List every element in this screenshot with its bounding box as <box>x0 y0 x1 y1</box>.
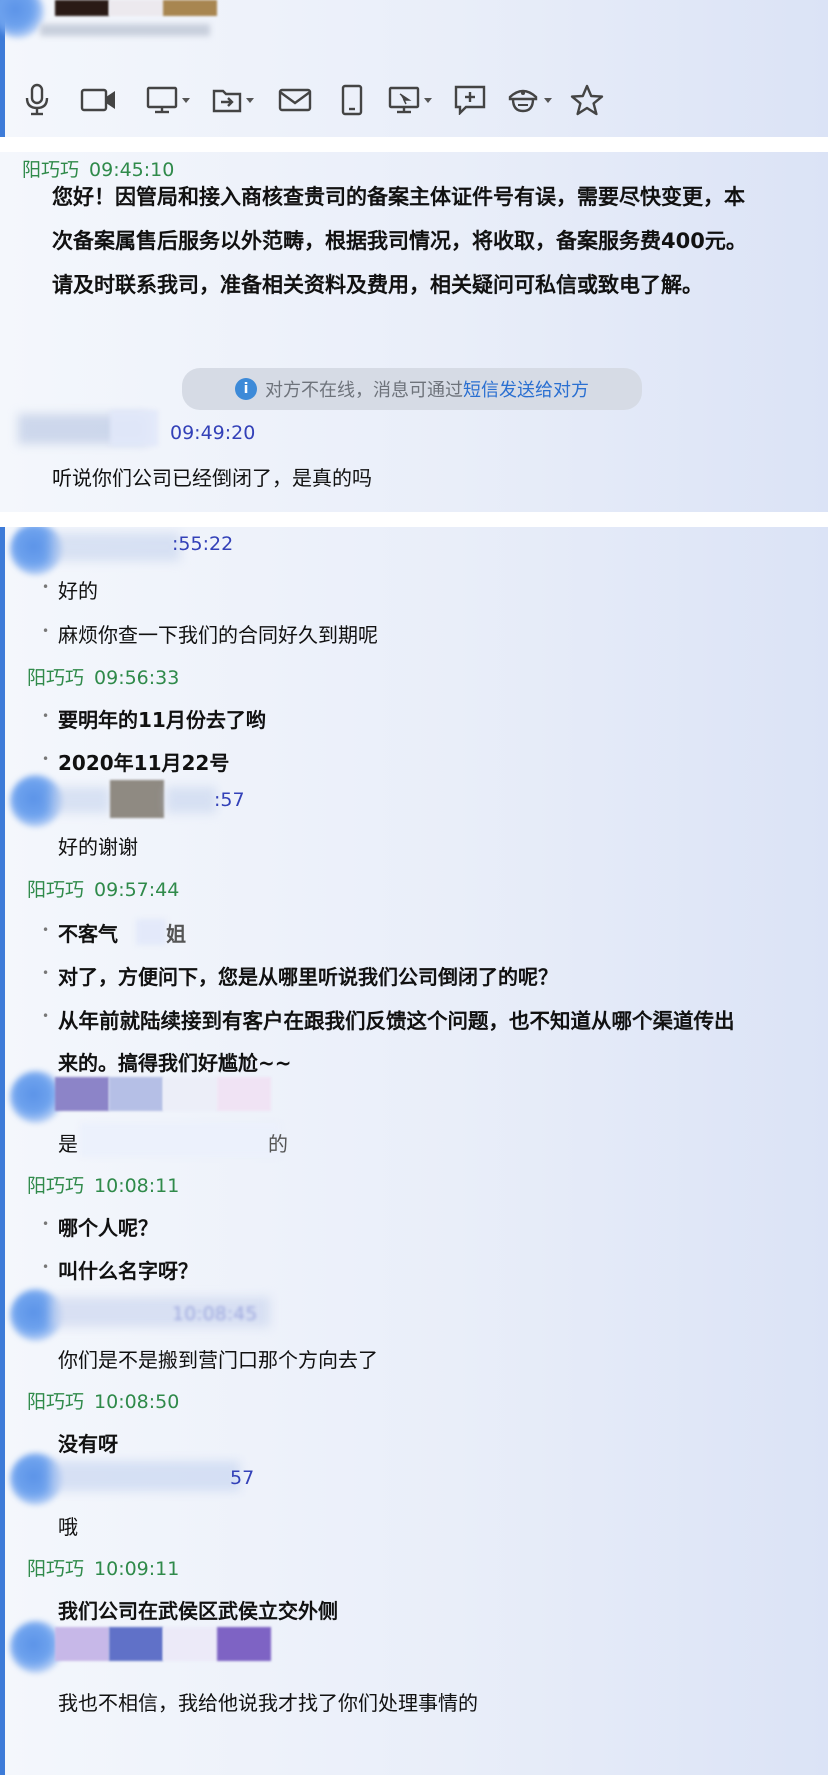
bullet: • <box>42 1009 50 1023</box>
message-time: 10:08:11 <box>94 1175 180 1197</box>
message-text: 我们公司在武侯区武侯立交外侧 <box>58 1599 338 1623</box>
message-text: 哪个人呢？ <box>58 1216 158 1240</box>
message-text: 没有呀 <box>58 1432 118 1456</box>
redacted-block <box>136 919 166 945</box>
message-time: 10:08:45 <box>172 1303 258 1325</box>
redacted-block <box>217 1077 271 1111</box>
redacted-block <box>163 1077 217 1111</box>
chevron-down-icon[interactable] <box>182 97 190 103</box>
sender-name: 阳巧巧 <box>27 1391 85 1413</box>
message-time: 09:57:44 <box>94 879 180 901</box>
message-time: 57 <box>230 1467 255 1489</box>
bullet: • <box>42 966 50 980</box>
chat-panel-3: :55:22 • 好的 • 麻烦你查一下我们的合同好久到期呢 阳巧巧 09:56:… <box>0 527 828 1775</box>
redacted-block <box>163 1627 217 1661</box>
app-icon[interactable] <box>506 74 552 126</box>
sender-name: 阳巧巧 <box>27 1175 85 1197</box>
redacted-name <box>40 24 210 36</box>
redacted-block <box>109 1077 163 1111</box>
bullet: • <box>42 923 50 937</box>
message-text: 好的谢谢 <box>58 835 138 859</box>
sender-name: 阳巧巧 <box>27 1558 85 1580</box>
message-text: 好的 <box>58 579 98 603</box>
message-text: 是 <box>58 1132 78 1156</box>
message-time: :57 <box>214 789 245 811</box>
video-camera-icon[interactable] <box>80 74 118 126</box>
bullet: • <box>42 580 50 594</box>
message-text: 麻烦你查一下我们的合同好久到期呢 <box>58 623 378 647</box>
redacted-block <box>55 1077 109 1111</box>
message-time: 09:56:33 <box>94 667 180 689</box>
redacted-block <box>110 410 158 446</box>
redacted-block <box>109 1627 163 1661</box>
message-line: 次备案属售后服务以外范畴，根据我司情况，将收取，备案服务费400元。 <box>52 229 747 253</box>
redacted-block <box>166 787 216 813</box>
message-text: 来的。搞得我们好尴尬~~ <box>58 1051 292 1075</box>
bullet: • <box>42 624 50 638</box>
chevron-down-icon[interactable] <box>246 97 254 103</box>
message-text: 哦 <box>58 1515 78 1539</box>
offline-notice: i 对方不在线，消息可通过 短信发送给对方 <box>182 368 642 410</box>
message-header: 阳巧巧 10:08:50 <box>27 1387 179 1414</box>
message-time: :55:22 <box>172 533 234 555</box>
notice-text: 对方不在线，消息可通过 <box>265 380 463 401</box>
redacted-name <box>50 1461 240 1491</box>
file-transfer-icon[interactable] <box>212 74 254 126</box>
redacted-block <box>110 780 164 818</box>
message-text-tail: 姐 <box>166 922 186 946</box>
remote-assist-icon[interactable] <box>388 74 432 126</box>
screen-share-icon[interactable] <box>146 74 190 126</box>
mail-icon[interactable] <box>278 74 312 126</box>
redacted-block <box>55 1627 109 1661</box>
chevron-down-icon[interactable] <box>544 97 552 103</box>
info-icon: i <box>235 378 257 400</box>
message-text: 不客气 <box>58 922 118 946</box>
message-time: 09:49:20 <box>170 422 256 444</box>
message-text: 叫什么名字呀？ <box>58 1259 198 1283</box>
message-body: 您好！因管局和接入商核查贵司的备案主体证件号有误，需要尽快变更，本 次备案属售后… <box>52 175 820 307</box>
bullet: • <box>42 1260 50 1274</box>
bullet: • <box>42 709 50 723</box>
redacted-block <box>217 1627 271 1661</box>
message-header: 阳巧巧 09:57:44 <box>27 875 179 902</box>
redacted-block <box>163 0 217 16</box>
chat-panel-2: 阳巧巧 09:45:10 您好！因管局和接入商核查贵司的备案主体证件号有误，需要尽… <box>0 152 828 512</box>
message-line: 请及时联系我司，准备相关资料及费用，相关疑问可私信或致电了解。 <box>52 273 703 297</box>
message-text: 2020年11月22号 <box>58 751 230 775</box>
bullet: • <box>42 1217 50 1231</box>
send-sms-link[interactable]: 短信发送给对方 <box>463 376 589 402</box>
microphone-icon[interactable] <box>22 74 52 126</box>
redacted-block <box>55 0 109 16</box>
message-header: 阳巧巧 10:08:11 <box>27 1171 179 1198</box>
redacted-name <box>50 533 180 561</box>
message-time: 10:09:11 <box>94 1558 180 1580</box>
message-header: 阳巧巧 10:09:11 <box>27 1554 179 1581</box>
message-text-tail: 的 <box>268 1132 288 1156</box>
phone-device-icon[interactable] <box>340 74 364 126</box>
chevron-down-icon[interactable] <box>424 97 432 103</box>
message-header: 阳巧巧 09:56:33 <box>27 663 179 690</box>
redacted-block <box>109 0 163 16</box>
contact-avatar <box>0 0 44 38</box>
redacted-name <box>50 787 110 813</box>
message-time: 10:08:50 <box>94 1391 180 1413</box>
redacted-block <box>80 1123 280 1157</box>
message-text: 从年前就陆续接到有客户在跟我们反馈这个问题，也不知道从哪个渠道传出 <box>58 1009 735 1033</box>
message-text: 听说你们公司已经倒闭了，是真的吗 <box>52 466 372 490</box>
favorite-star-icon[interactable] <box>570 74 604 126</box>
message-text: 你们是不是搬到营门口那个方向去了 <box>58 1348 378 1372</box>
chat-input-toolbar-panel <box>0 0 828 137</box>
panel-left-border <box>0 527 5 1775</box>
new-chat-icon[interactable] <box>454 74 486 126</box>
bullet: • <box>42 752 50 766</box>
sender-name: 阳巧巧 <box>27 667 85 689</box>
message-text: 我也不相信，我给他说我才找了你们处理事情的 <box>58 1691 478 1715</box>
message-text: 要明年的11月份去了哟 <box>58 708 266 732</box>
message-text: 对了，方便问下，您是从哪里听说我们公司倒闭了的呢？ <box>58 965 558 989</box>
sender-name: 阳巧巧 <box>27 879 85 901</box>
message-line: 您好！因管局和接入商核查贵司的备案主体证件号有误，需要尽快变更，本 <box>52 185 745 209</box>
